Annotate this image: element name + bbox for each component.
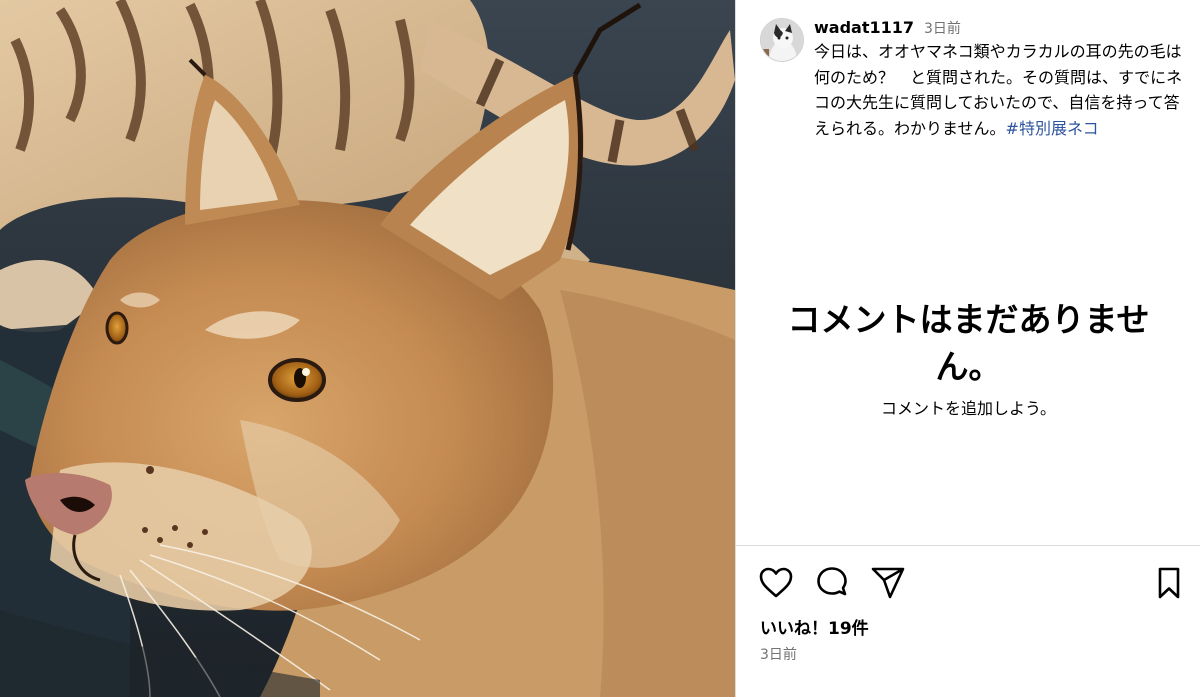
avatar[interactable]: [760, 18, 804, 62]
post-date[interactable]: 3日前: [760, 644, 797, 664]
save-button[interactable]: [1151, 565, 1187, 601]
comment-button[interactable]: [814, 565, 850, 601]
no-comments-subtitle: コメントを追加しよう。: [880, 399, 1057, 418]
lynx-photo: [0, 0, 735, 697]
post-side-panel: wadat1117 3日前 今日は、オオヤマネコ類やカラカルの耳の先の毛は何のた…: [735, 0, 1200, 697]
like-button[interactable]: [758, 565, 794, 601]
share-button[interactable]: [870, 565, 906, 601]
hashtag-link[interactable]: #特別展ネコ: [1006, 119, 1099, 138]
paper-plane-icon: [871, 567, 905, 599]
heart-icon: [759, 567, 793, 598]
cat-avatar-icon: [761, 19, 803, 61]
username-link[interactable]: wadat1117: [814, 18, 914, 37]
caption-row: wadat1117 3日前 今日は、オオヤマネコ類やカラカルの耳の先の毛は何のた…: [760, 18, 1190, 141]
caption-body: wadat1117 3日前 今日は、オオヤマネコ類やカラカルの耳の先の毛は何のた…: [814, 18, 1186, 141]
bookmark-icon: [1158, 567, 1180, 599]
actions-divider: [736, 545, 1200, 546]
action-bar: [758, 565, 1180, 605]
comment-bubble-icon: [817, 567, 847, 596]
no-comments-title: コメントはまだありません。: [787, 300, 1150, 386]
post-time-ago[interactable]: 3日前: [924, 18, 961, 38]
caption-text: 今日は、オオヤマネコ類やカラカルの耳の先の毛は何のため？ と質問された。その質問…: [814, 42, 1183, 138]
likes-count[interactable]: いいね！19件: [760, 614, 869, 639]
post-photo[interactable]: [0, 0, 735, 697]
